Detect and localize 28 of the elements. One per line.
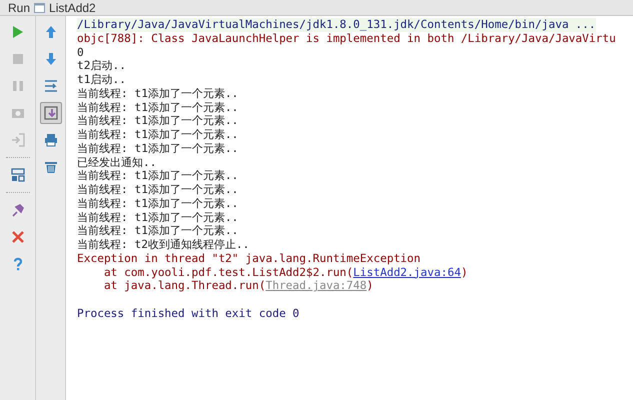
console-line: 0 (77, 46, 84, 60)
panel-title: Run (8, 0, 30, 16)
console-line: 已经发出通知.. (77, 156, 156, 170)
console-line: 当前线程: t2收到通知线程停止.. (77, 238, 250, 252)
console-line: 当前线程: t1添加了一个元素.. (77, 196, 238, 210)
window-icon (34, 2, 46, 12)
console-line: at com.yooli.pdf.test.ListAdd2$2.run( (102, 266, 354, 280)
console-line: objc[788]: Class JavaLaunchHelper is implemented in both /Library/Java/JavaVirtu (77, 32, 616, 46)
console-line: 当前线程: t1添加了一个元素.. (77, 169, 238, 183)
console-line: at java.lang.Thread.run( (102, 279, 266, 293)
console-line: 当前线程: t1添加了一个元素.. (77, 183, 238, 197)
console-line: t2启动.. (77, 59, 126, 73)
console-line: 当前线程: t1添加了一个元素.. (77, 210, 238, 224)
run-tab[interactable]: ListAdd2 (49, 0, 96, 16)
console-line: 当前线程: t1添加了一个元素.. (77, 224, 238, 238)
console-line: 当前线程: t1添加了一个元素.. (77, 128, 238, 142)
console-line: ) (460, 266, 468, 280)
console-line: ) (366, 279, 374, 293)
scroll-to-end-icon[interactable] (40, 102, 62, 124)
source-link[interactable]: Thread.java:748 (266, 279, 367, 293)
source-link[interactable]: ListAdd2.java:64 (353, 266, 461, 280)
console-line: 当前线程: t1添加了一个元素.. (77, 114, 238, 128)
console-line: Process finished with exit code 0 (77, 306, 300, 320)
console-line: 当前线程: t1添加了一个元素.. (77, 100, 238, 114)
console-line: Exception in thread "t2" java.lang.RuntimeException (77, 252, 421, 266)
console-line: t1启动.. (77, 73, 126, 87)
console-line: 当前线程: t1添加了一个元素.. (77, 86, 238, 100)
console-line: 当前线程: t1添加了一个元素.. (77, 142, 238, 156)
